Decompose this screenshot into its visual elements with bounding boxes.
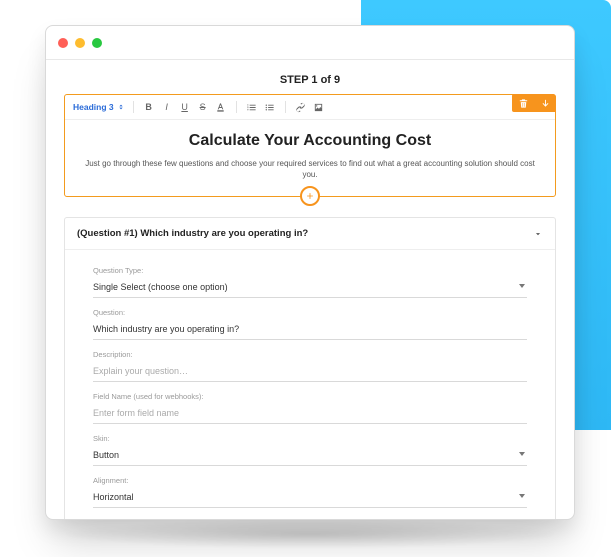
description-input[interactable] [93, 362, 527, 382]
sort-icon [117, 103, 125, 111]
alignment-select[interactable] [93, 488, 527, 508]
chevron-down-icon [533, 229, 543, 239]
question-text-input[interactable] [93, 320, 527, 340]
ordered-list-button[interactable] [245, 100, 259, 114]
app-window: STEP 1 of 9 Heading 3 B I U S [45, 25, 575, 520]
bold-button[interactable]: B [142, 100, 156, 114]
heading-select[interactable]: Heading 3 [73, 102, 125, 112]
field-label: Alignment: [93, 476, 527, 485]
editor-content[interactable]: Calculate Your Accounting Cost Just go t… [65, 120, 555, 196]
question-card: (Question #1) Which industry are you ope… [64, 217, 556, 520]
field-label: Description: [93, 350, 527, 359]
question-type-select[interactable] [93, 278, 527, 298]
fieldname-input[interactable] [93, 404, 527, 424]
card-action-strip [512, 94, 556, 112]
question-body: Question Type: Question: Description: Fi… [65, 250, 555, 520]
italic-button[interactable]: I [160, 100, 174, 114]
skin-select[interactable] [93, 446, 527, 466]
step-indicator: STEP 1 of 9 [64, 74, 556, 86]
editor-card: Heading 3 B I U S [64, 94, 556, 197]
text-color-icon [215, 102, 226, 113]
editor-title: Calculate Your Accounting Cost [83, 132, 537, 150]
trash-icon [518, 98, 529, 109]
field-question-text: Question: [93, 308, 527, 340]
unordered-list-button[interactable] [263, 100, 277, 114]
window-minimize-dot[interactable] [75, 38, 85, 48]
move-down-button[interactable] [534, 94, 556, 112]
window-titlebar [46, 26, 574, 60]
field-label: Field Name (used for webhooks): [93, 392, 527, 401]
field-alignment: Alignment: [93, 476, 527, 508]
field-skin: Skin: [93, 434, 527, 466]
question-header[interactable]: (Question #1) Which industry are you ope… [65, 218, 555, 250]
field-question-type: Question Type: [93, 266, 527, 298]
editor-toolbar: Heading 3 B I U S [65, 95, 555, 120]
list-ul-icon [264, 102, 275, 113]
link-button[interactable] [294, 100, 308, 114]
toolbar-separator [133, 101, 134, 113]
field-label: Question: [93, 308, 527, 317]
toolbar-separator [236, 101, 237, 113]
field-label: Question Type: [93, 266, 527, 275]
strikethrough-button[interactable]: S [196, 100, 210, 114]
image-icon [313, 102, 324, 113]
window-zoom-dot[interactable] [92, 38, 102, 48]
heading-select-label: Heading 3 [73, 102, 114, 112]
toolbar-separator [285, 101, 286, 113]
add-block-button[interactable] [300, 186, 320, 206]
text-color-button[interactable] [214, 100, 228, 114]
link-icon [295, 102, 306, 113]
arrow-down-icon [540, 98, 551, 109]
field-label: Skin: [93, 434, 527, 443]
window-close-dot[interactable] [58, 38, 68, 48]
field-description: Description: [93, 350, 527, 382]
underline-button[interactable]: U [178, 100, 192, 114]
window-body: STEP 1 of 9 Heading 3 B I U S [46, 60, 574, 520]
list-ol-icon [246, 102, 257, 113]
editor-subtitle: Just go through these few questions and … [83, 158, 537, 180]
field-fieldname: Field Name (used for webhooks): [93, 392, 527, 424]
delete-button[interactable] [512, 94, 534, 112]
image-button[interactable] [312, 100, 326, 114]
plus-icon [305, 191, 315, 201]
floor-shadow [60, 519, 560, 549]
question-header-title: (Question #1) Which industry are you ope… [77, 228, 308, 239]
